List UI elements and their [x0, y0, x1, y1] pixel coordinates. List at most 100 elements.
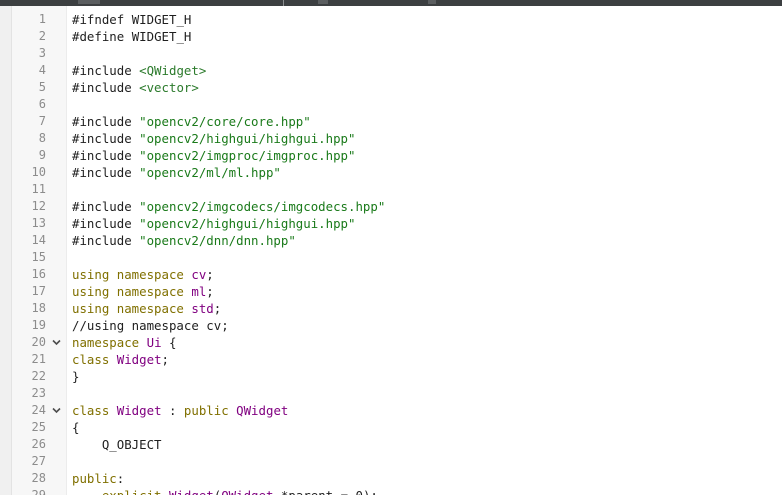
code-token: : — [161, 403, 184, 418]
line-number: 4 — [38, 63, 46, 77]
tab-indicator[interactable] — [78, 0, 100, 4]
code-line[interactable]: 15 — [0, 249, 782, 266]
line-number: 18 — [31, 301, 46, 315]
line-number: 15 — [31, 250, 46, 264]
code-line[interactable]: 5 #include <vector> — [0, 79, 782, 96]
line-number: 14 — [31, 233, 46, 247]
tab-indicator[interactable] — [428, 0, 436, 4]
code-text[interactable]: #include "opencv2/highgui/highgui.hpp" — [72, 215, 355, 232]
code-token: "opencv2/imgcodecs/imgcodecs.hpp" — [139, 199, 386, 214]
code-text[interactable]: #include "opencv2/core/core.hpp" — [72, 113, 311, 130]
code-token: : — [116, 471, 125, 486]
code-text[interactable]: #include "opencv2/dnn/dnn.hpp" — [72, 232, 296, 249]
code-token: { — [72, 420, 80, 435]
line-number: 13 — [31, 216, 46, 230]
code-text[interactable]: #include "opencv2/ml/ml.hpp" — [72, 164, 281, 181]
code-line[interactable]: 26 Q_OBJECT — [0, 436, 782, 453]
code-line[interactable]: 6 — [0, 96, 782, 113]
chevron-down-icon[interactable] — [50, 402, 62, 420]
code-text[interactable]: public: — [72, 470, 124, 487]
code-line[interactable]: 27 — [0, 453, 782, 470]
code-line[interactable]: 9 #include "opencv2/imgproc/imgproc.hpp" — [0, 147, 782, 164]
line-number: 21 — [31, 352, 46, 366]
code-line[interactable]: 23 — [0, 385, 782, 402]
line-number: 26 — [31, 437, 46, 451]
code-text[interactable]: explicit Widget(QWidget *parent = 0); — [72, 487, 378, 495]
code-line[interactable]: 21 class Widget; — [0, 351, 782, 368]
code-token: public — [72, 471, 117, 486]
code-token: "opencv2/dnn/dnn.hpp" — [139, 233, 296, 248]
code-text[interactable]: #include <vector> — [72, 79, 199, 96]
code-text[interactable]: Q_OBJECT — [72, 436, 162, 453]
code-line[interactable]: 4 #include <QWidget> — [0, 62, 782, 79]
code-line[interactable]: 8 #include "opencv2/highgui/highgui.hpp" — [0, 130, 782, 147]
code-line[interactable]: 22} — [0, 368, 782, 385]
code-line[interactable]: 17 using namespace ml; — [0, 283, 782, 300]
line-number: 27 — [31, 454, 46, 468]
code-line[interactable]: 14 #include "opencv2/dnn/dnn.hpp" — [0, 232, 782, 249]
line-number: 5 — [38, 80, 46, 94]
code-token: using namespace — [72, 284, 192, 299]
code-text[interactable]: } — [72, 368, 79, 385]
code-token: #include — [72, 233, 140, 248]
code-text[interactable]: using namespace std; — [72, 300, 221, 317]
code-line[interactable]: 10 #include "opencv2/ml/ml.hpp" — [0, 164, 782, 181]
code-line[interactable]: 28 public: — [0, 470, 782, 487]
code-token: WIDGET_H — [131, 29, 192, 44]
line-number: 24 — [31, 403, 46, 417]
code-text[interactable]: //using namespace cv; — [72, 317, 229, 334]
code-token: <vector> — [139, 80, 199, 95]
code-line[interactable]: 29 explicit Widget(QWidget *parent = 0); — [0, 487, 782, 495]
code-text[interactable]: #define WIDGET_H — [72, 28, 191, 45]
code-text[interactable]: class Widget : public QWidget — [72, 402, 288, 419]
code-line[interactable]: 3 — [0, 45, 782, 62]
code-text[interactable]: using namespace cv; — [72, 266, 214, 283]
code-token: { — [161, 335, 177, 350]
code-token: #include — [72, 165, 140, 180]
code-token: std — [191, 301, 214, 316]
line-number: 6 — [38, 97, 46, 111]
line-number: 28 — [31, 471, 46, 485]
code-token: Widget — [116, 403, 162, 418]
code-token: } — [72, 369, 80, 384]
code-line[interactable]: 13 #include "opencv2/highgui/highgui.hpp" — [0, 215, 782, 232]
tab-indicator[interactable] — [318, 0, 328, 4]
code-line[interactable]: 24 class Widget : public QWidget — [0, 402, 782, 419]
code-line[interactable]: 1 #ifndef WIDGET_H — [0, 11, 782, 28]
code-line[interactable]: 18 using namespace std; — [0, 300, 782, 317]
code-text[interactable]: #include "opencv2/imgproc/imgproc.hpp" — [72, 147, 355, 164]
code-lines[interactable]: 1 #ifndef WIDGET_H 2 #define WIDGET_H 3 4 #inc… — [0, 11, 782, 495]
code-token: QWidget — [236, 403, 289, 418]
code-text[interactable]: { — [72, 419, 79, 436]
code-token: QWidget — [221, 488, 273, 495]
code-line[interactable]: 7 #include "opencv2/core/core.hpp" — [0, 113, 782, 130]
code-token: namespace — [72, 335, 147, 350]
line-number: 23 — [31, 386, 46, 400]
code-line[interactable]: 16 using namespace cv; — [0, 266, 782, 283]
code-line[interactable]: 2 #define WIDGET_H — [0, 28, 782, 45]
code-token: "opencv2/ml/ml.hpp" — [139, 165, 281, 180]
code-token: #include — [72, 131, 140, 146]
line-number: 19 — [31, 318, 46, 332]
code-text[interactable]: namespace Ui { — [72, 334, 176, 351]
code-token: "opencv2/highgui/highgui.hpp" — [139, 216, 356, 231]
code-token: Widget — [116, 352, 162, 367]
code-text[interactable]: #include <QWidget> — [72, 62, 206, 79]
chevron-down-icon[interactable] — [50, 334, 62, 352]
code-line[interactable]: 12 #include "opencv2/imgcodecs/imgcodecs.… — [0, 198, 782, 215]
code-text[interactable]: #include "opencv2/highgui/highgui.hpp" — [72, 130, 355, 147]
code-line[interactable]: 20 namespace Ui { — [0, 334, 782, 351]
code-token: ; — [206, 267, 214, 282]
code-token: *parent = 0); — [273, 488, 378, 495]
code-text[interactable]: using namespace ml; — [72, 283, 214, 300]
code-text[interactable]: class Widget; — [72, 351, 169, 368]
code-token: #include — [72, 80, 140, 95]
line-number: 20 — [31, 335, 46, 349]
code-line[interactable]: 19 //using namespace cv; — [0, 317, 782, 334]
code-text[interactable]: #ifndef WIDGET_H — [72, 11, 191, 28]
code-token: //using namespace cv; — [72, 318, 229, 333]
code-text[interactable]: #include "opencv2/imgcodecs/imgcodecs.hp… — [72, 198, 385, 215]
code-token: ; — [206, 284, 214, 299]
code-line[interactable]: 25 { — [0, 419, 782, 436]
code-line[interactable]: 11 — [0, 181, 782, 198]
